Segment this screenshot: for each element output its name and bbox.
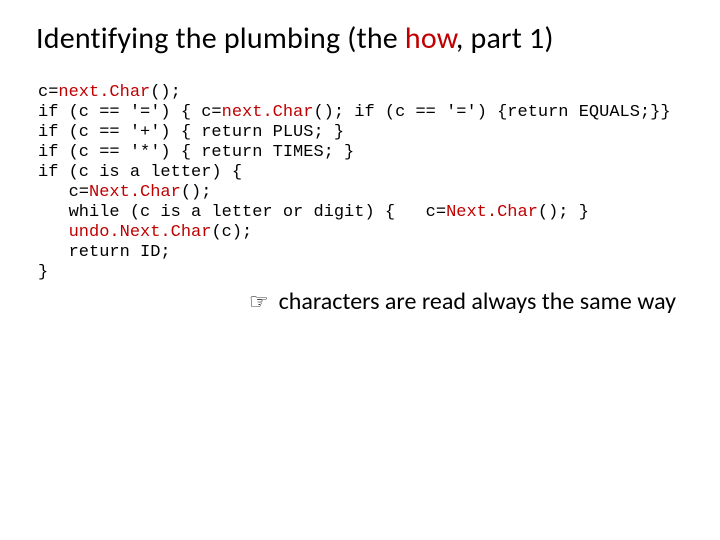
code-l9: return ID;	[38, 243, 171, 262]
code-l2c: (); if (c == '=') {return EQUALS;}}	[313, 103, 670, 122]
code-l1b: next.Char	[58, 83, 150, 102]
pointing-hand-icon: ☞	[249, 289, 269, 315]
code-l7a: while (c is a letter or digit) { c=	[38, 203, 446, 222]
code-l2b: next.Char	[222, 103, 314, 122]
code-l6a: c=	[38, 183, 89, 202]
footer-text: characters are read always the same way	[279, 287, 676, 316]
code-l1c: ();	[150, 83, 181, 102]
code-l8b: undo.Next.Char	[69, 223, 212, 242]
title-pre: Identifying the plumbing (the	[36, 20, 405, 57]
code-l3: if (c == '+') { return PLUS; }	[38, 123, 344, 142]
code-l4: if (c == '*') { return TIMES; }	[38, 143, 354, 162]
slide-title: Identifying the plumbing (the how, part …	[36, 22, 684, 57]
slide: Identifying the plumbing (the how, part …	[0, 0, 720, 540]
footer-line: ☞ characters are read always the same wa…	[36, 287, 684, 316]
code-l8a	[38, 223, 69, 242]
code-l8c: (c);	[211, 223, 252, 242]
code-l7b: Next.Char	[446, 203, 538, 222]
code-l7c: (); }	[538, 203, 589, 222]
code-l10: }	[38, 263, 48, 282]
code-block: c=next.Char(); if (c == '=') { c=next.Ch…	[38, 83, 684, 283]
code-l6b: Next.Char	[89, 183, 181, 202]
code-l2a: if (c == '=') { c=	[38, 103, 222, 122]
title-how: how	[405, 20, 456, 57]
title-post: , part 1)	[456, 20, 554, 57]
code-l1a: c=	[38, 83, 58, 102]
code-l5: if (c is a letter) {	[38, 163, 242, 182]
code-l6c: ();	[181, 183, 212, 202]
